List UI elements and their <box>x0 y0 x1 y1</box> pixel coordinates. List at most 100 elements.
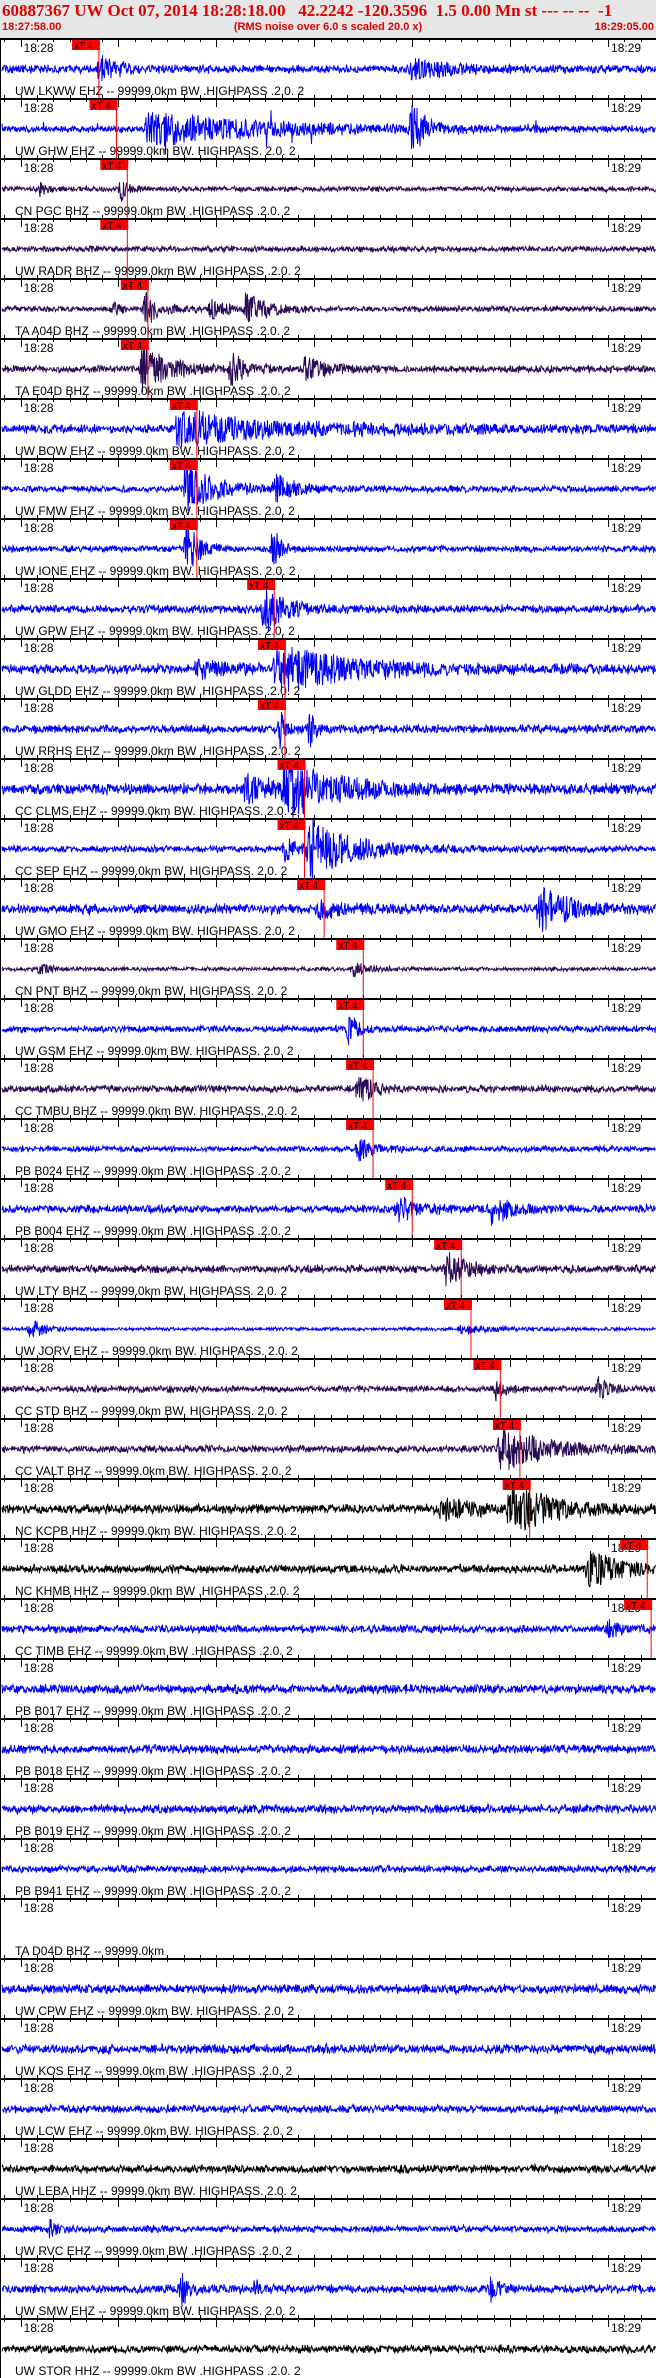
trace-row[interactable]: 18:28 18:29 UW STOR HHZ -- 99999.0km BW .H… <box>0 2315 656 2378</box>
minute-label: 18:29 <box>611 401 641 415</box>
minute-label: 18:29 <box>611 1001 641 1015</box>
pick-flag-label: xT 4 <box>92 101 112 112</box>
waveform <box>1 1619 656 1638</box>
trace-label: UW IONE EHZ -- 99999.0km BW. HIGHPASS. 2… <box>15 564 296 578</box>
trace-row[interactable]: 18:28 18:29 UW RADR BHZ -- 99999.0km BW .H… <box>0 215 656 278</box>
trace-row[interactable]: 18:28 18:29 CC CLMS EHZ -- 99999.0km BW. H… <box>0 755 656 819</box>
pick-flag-label: xT 4 <box>123 281 143 292</box>
trace-label: UW LEBA HHZ -- 99999.0km BW. HIGHPASS. 2… <box>15 2184 297 2198</box>
trace-row[interactable]: 18:28 18:29 UW GPW EHZ -- 99999.0km BW. HI… <box>0 575 656 638</box>
trace-row[interactable]: 18:28 18:29CN PGC BHZ -- 99999.0km BW .HI… <box>0 155 656 218</box>
trace-row[interactable]: 18:2818:29NC KHMB HHZ -- 99999.0km BW .H… <box>0 1535 656 1598</box>
trace-row[interactable]: 18:28 18:29PB B024 EHZ -- 99999.0km BW .H… <box>0 1115 656 1178</box>
trace-row[interactable]: 18:28 18:29 UW CPW EHZ -- 99999.0km BW. HI… <box>0 1955 656 2018</box>
trace-row[interactable]: 18:28 18:29 UW RVC EHZ -- 99999.0km BW .HI… <box>0 2195 656 2258</box>
trace-row[interactable]: 18:28 18:29 UW RRHS EHZ -- 99999.0km BW .H… <box>0 695 656 758</box>
waveform <box>1 2041 656 2056</box>
trace-row[interactable]: 18:28 18:29 UW LKWW EHZ -- 99999.0km BW .H… <box>0 38 656 98</box>
trace-row[interactable]: 18:28 18:29 CC VALT BHZ -- 99999.0km BW. H… <box>0 1415 656 1478</box>
minute-label: 18:28 <box>24 641 54 655</box>
minute-label: 18:28 <box>24 2141 54 2155</box>
trace-row[interactable]: 18:28 18:29TA D04D BHZ -- 99999.0km <box>0 1895 656 1958</box>
minute-label: 18:28 <box>24 41 54 55</box>
waveform <box>2 1550 656 1588</box>
pick-flag-label: xT 4 <box>260 641 280 652</box>
trace-row[interactable]: 18:28 18:29 UW GSM EHZ -- 99999.0km BW. HI… <box>0 995 656 1058</box>
trace-label: UW GHW EHZ -- 99999.0km BW. HIGHPASS. 2.… <box>15 144 296 158</box>
minute-label: 18:28 <box>24 1901 54 1915</box>
minute-label: 18:28 <box>24 1721 54 1735</box>
trace-row[interactable]: 18:28 18:29 UW GHW EHZ -- 99999.0km BW. HI… <box>0 95 656 158</box>
trace-label: UW FMW EHZ -- 99999.0km BW. HIGHPASS. 2.… <box>15 504 295 518</box>
waveform <box>1 1743 656 1756</box>
trace-row[interactable]: 18:28 18:29 UW LEBA HHZ -- 99999.0km BW. H… <box>0 2135 656 2198</box>
pick-flag-label: xT 4 <box>505 1481 525 1492</box>
trace-row[interactable]: 18:28 18:29PB B019 EHZ -- 99999.0km BW .H… <box>0 1775 656 1838</box>
pick-flag-label: xT 4 <box>436 1241 456 1252</box>
trace-row[interactable]: 18:28 18:29PB B941 EHZ -- 99999.0km BW .H… <box>0 1835 656 1898</box>
trace-row[interactable]: 18:28 18:29CC SEP EHZ -- 99999.0km BW. HI… <box>0 815 656 879</box>
waveform <box>1 1016 656 1045</box>
trace-row[interactable]: 18:2818:29CC TIMB EHZ -- 99999.0km BW .H… <box>0 1595 656 1658</box>
minute-label: 18:28 <box>24 581 54 595</box>
minute-label: 18:29 <box>611 881 641 895</box>
end-time: 18:29:05.00 <box>594 21 654 33</box>
pick-flag-label: xT 4 <box>260 701 280 712</box>
minute-label: 18:29 <box>611 1721 641 1735</box>
minute-label: 18:28 <box>24 1541 54 1555</box>
trace-row[interactable]: 18:28 18:29 UW LCW EHZ -- 99999.0km BW. HI… <box>0 2075 656 2138</box>
minute-label: 18:28 <box>24 1001 54 1015</box>
trace-label: CC TIMB EHZ -- 99999.0km BW .HIGHPASS .2… <box>15 1644 293 1658</box>
minute-label: 18:29 <box>611 761 641 775</box>
trace-row[interactable]: 18:28 18:29 UW BOW EHZ -- 99999.0km BW. HI… <box>0 395 656 458</box>
minute-label: 18:28 <box>24 761 54 775</box>
trace-row[interactable]: 18:28 18:29UW LTY BHZ -- 99999.0km BW. HI… <box>0 1235 656 1298</box>
pick-flag-label: xT 4 <box>172 521 192 532</box>
minute-label: 18:28 <box>24 2201 54 2215</box>
trace-row[interactable]: 18:28 18:29 UW JORV EHZ -- 99999.0km BW. H… <box>0 1295 656 1358</box>
trace-row[interactable]: 18:28 18:29 UW FMW EHZ -- 99999.0km BW. HI… <box>0 455 656 518</box>
minute-label: 18:29 <box>611 1961 641 1975</box>
minute-label: 18:29 <box>611 341 641 355</box>
trace-label: UW GSM EHZ -- 99999.0km BW. HIGHPASS. 2.… <box>15 1044 294 1058</box>
trace-label: CC CLMS EHZ -- 99999.0km BW. HIGHPASS. 2… <box>15 804 297 818</box>
trace-row[interactable]: 18:28 18:29PB B018 EHZ -- 99999.0km BW .H… <box>0 1715 656 1778</box>
minute-label: 18:29 <box>611 581 641 595</box>
minute-label: 18:28 <box>24 521 54 535</box>
minute-label: 18:28 <box>24 221 54 235</box>
trace-row[interactable]: 18:28 18:29 UW KOS EHZ -- 99999.0km BW .HI… <box>0 2015 656 2078</box>
waveform <box>1 55 656 82</box>
minute-label: 18:29 <box>611 1181 641 1195</box>
minute-label: 18:28 <box>24 1121 54 1135</box>
trace-row[interactable]: 18:28 18:29 UW GMO EHZ -- 99999.0km BW. HI… <box>0 875 656 938</box>
minute-label: 18:29 <box>611 1421 641 1435</box>
pick-flag-label: xT 4 <box>172 401 192 412</box>
pick-flag-label: xT 4 <box>338 1001 358 1012</box>
trace-row[interactable]: 18:28 18:29PB B004 EHZ -- 99999.0km BW .H… <box>0 1175 656 1238</box>
minute-label: 18:29 <box>611 2261 641 2275</box>
minute-label: 18:29 <box>611 701 641 715</box>
trace-row[interactable]: 18:28 18:29PB B017 EHZ -- 99999.0km BW .H… <box>0 1655 656 1718</box>
trace-row[interactable]: 18:28 18:29TA E04D BHZ -- 99999.0km BW .H… <box>0 335 656 398</box>
trace-row[interactable]: 18:28 18:29 UW SMW EHZ -- 99999.0km BW. HI… <box>0 2255 656 2318</box>
trace-row[interactable]: 18:28 18:29 UW GLDD EHZ -- 99999.0km BW .H… <box>0 635 656 698</box>
trace-row[interactable]: 18:28 18:29 CC TMBU BHZ -- 99999.0km BW. H… <box>0 1055 656 1118</box>
trace-row[interactable]: 18:28 18:29CN PNT BHZ -- 99999.0km BW. HI… <box>0 935 656 998</box>
trace-label: UW KOS EHZ -- 99999.0km BW .HIGHPASS .2.… <box>15 2064 293 2078</box>
minute-label: 18:29 <box>611 281 641 295</box>
pick-flag-label: xT 4 <box>249 581 269 592</box>
minute-label: 18:29 <box>611 161 641 175</box>
waveform <box>1 2343 656 2356</box>
minute-label: 18:29 <box>611 101 641 115</box>
trace-row[interactable]: 18:28 18:29 NC KCPB HHZ -- 99999.0km BW. H… <box>0 1475 656 1538</box>
trace-label: CC VALT BHZ -- 99999.0km BW. HIGHPASS. 2… <box>15 1464 292 1478</box>
pick-flag-label: xT 4 <box>338 941 358 952</box>
minute-label: 18:28 <box>24 2321 54 2335</box>
trace-row[interactable]: 18:28 18:29TA A04D BHZ -- 99999.0km BW .H… <box>0 275 656 338</box>
trace-label: UW LCW EHZ -- 99999.0km BW. HIGHPASS. 2.… <box>15 2124 293 2138</box>
minute-label: 18:29 <box>611 641 641 655</box>
trace-row[interactable]: 18:28 18:29 UW IONE EHZ -- 99999.0km BW. H… <box>0 515 656 578</box>
trace-row[interactable]: 18:28 18:29CC STD BHZ -- 99999.0km BW. HI… <box>0 1355 656 1418</box>
minute-label: 18:28 <box>24 881 54 895</box>
minute-label: 18:28 <box>24 821 54 835</box>
